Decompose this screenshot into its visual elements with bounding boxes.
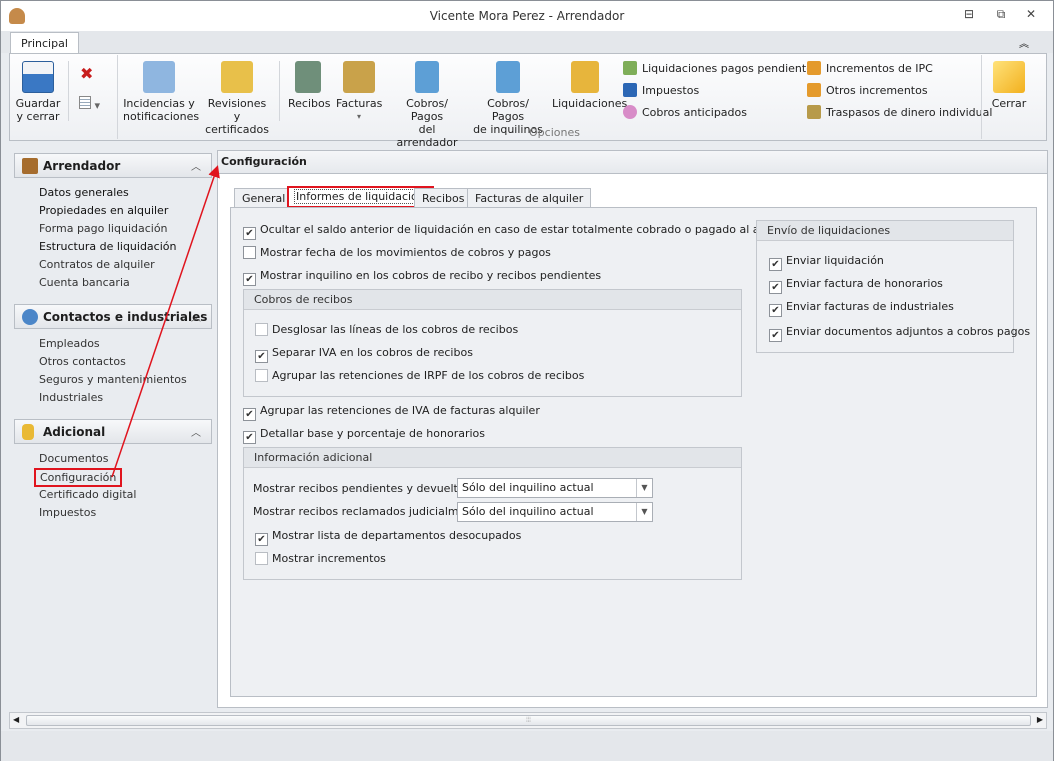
annotation-arrow — [111, 165, 220, 478]
